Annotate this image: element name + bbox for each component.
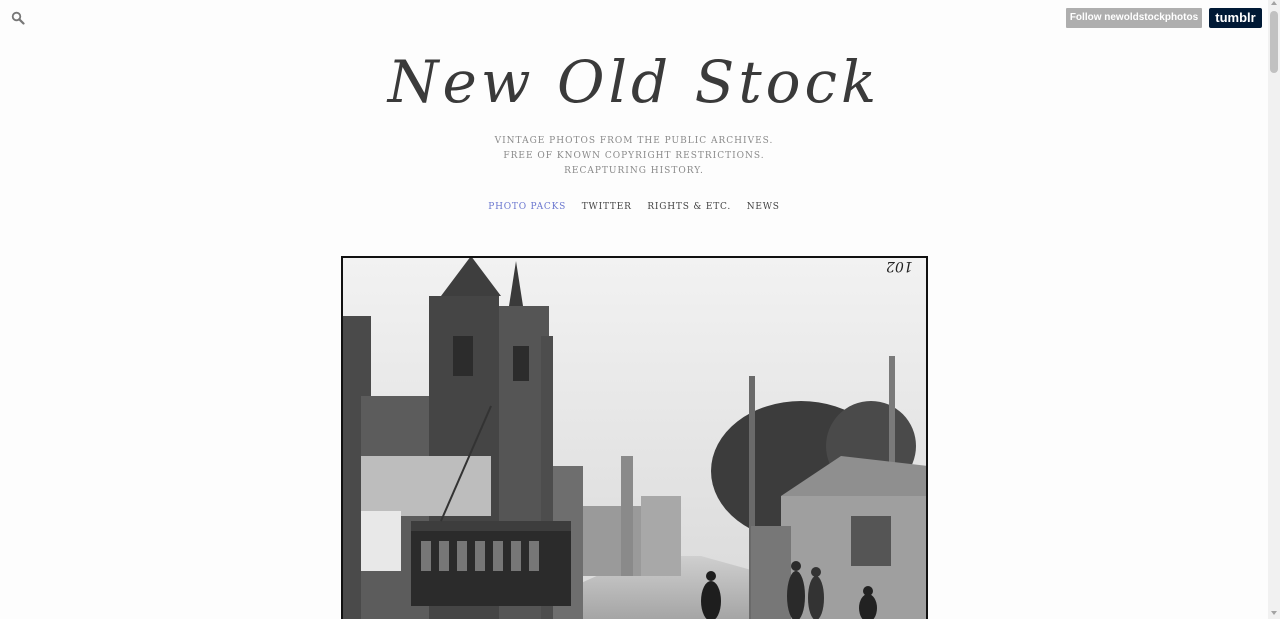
vertical-scrollbar[interactable] [1268, 0, 1280, 619]
search-icon[interactable] [11, 10, 25, 25]
nav-photo-packs[interactable]: PHOTO PACKS [488, 202, 566, 212]
main-nav: PHOTO PACKS TWITTER RIGHTS & ETC. NEWS [0, 202, 1268, 212]
nav-twitter[interactable]: TWITTER [582, 202, 632, 212]
nav-news[interactable]: NEWS [747, 202, 780, 212]
scroll-up-arrow-icon[interactable] [1271, 1, 1277, 5]
scrollbar-thumb[interactable] [1270, 11, 1278, 73]
description-line: RECAPTURING HISTORY. [564, 166, 704, 176]
nav-rights[interactable]: RIGHTS & ETC. [647, 202, 731, 212]
description-line: VINTAGE PHOTOS FROM THE PUBLIC ARCHIVES. [494, 136, 774, 146]
site-description: VINTAGE PHOTOS FROM THE PUBLIC ARCHIVES.… [0, 134, 1268, 179]
tumblr-logo-button[interactable]: tumblr [1209, 8, 1262, 28]
plate-number: 102 [886, 258, 913, 274]
description-line: FREE OF KNOWN COPYRIGHT RESTRICTIONS. [503, 151, 765, 161]
site-title[interactable]: New Old Stock [0, 48, 1268, 116]
scroll-down-arrow-icon[interactable] [1271, 611, 1277, 615]
follow-button[interactable]: Follow newoldstockphotos [1066, 8, 1202, 28]
vintage-street-photo[interactable]: 102 [341, 256, 928, 619]
